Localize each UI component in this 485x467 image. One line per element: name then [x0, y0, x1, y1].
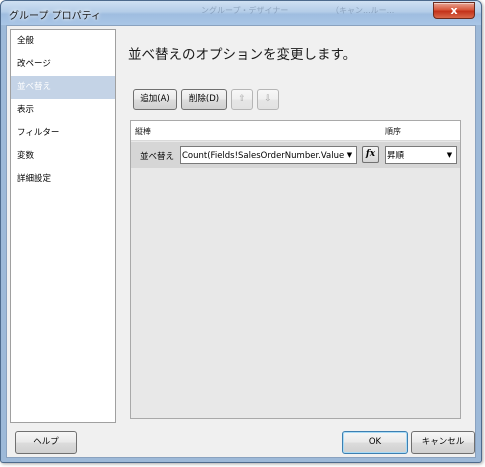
column-header-order: 順序: [385, 127, 401, 136]
sort-grid: 縦棒 順序 並べ替え Count(Fields!SalesOrderNumber…: [130, 120, 461, 419]
chevron-down-icon[interactable]: ▼: [345, 147, 354, 163]
sidebar-item-visibility[interactable]: 表示: [11, 99, 115, 122]
row-label: 並べ替え: [140, 152, 175, 162]
sidebar-item-general[interactable]: 全般: [11, 30, 115, 53]
sort-order-select[interactable]: 昇順 ▼: [385, 146, 457, 164]
sort-order-value: 昇順: [387, 151, 405, 161]
chevron-down-icon[interactable]: ▼: [445, 147, 454, 163]
help-button[interactable]: ヘルプ: [15, 431, 77, 454]
function-icon: fx: [365, 149, 376, 159]
add-button[interactable]: 追加(A): [133, 89, 177, 110]
sidebar-item-variables[interactable]: 変数: [11, 145, 115, 168]
sidebar-item-page-breaks[interactable]: 改ページ: [11, 53, 115, 76]
page-title: 並べ替えのオプションを変更します。: [128, 47, 357, 63]
background-window-text: ングループ・デザイナー: [201, 6, 289, 15]
grid-header: 縦棒 順序: [131, 121, 460, 141]
table-row[interactable]: 並べ替え Count(Fields!SalesOrderNumber.Value…: [131, 142, 460, 168]
background-window-text: （キャン...ルー...: [331, 6, 395, 15]
column-header-sort-by: 縦棒: [135, 127, 151, 136]
cancel-button[interactable]: キャンセル: [411, 431, 475, 454]
move-up-button[interactable]: ⇧: [231, 89, 253, 110]
sidebar-item-advanced[interactable]: 詳細設定: [11, 168, 115, 191]
delete-button[interactable]: 削除(D): [181, 89, 227, 110]
sort-expression-value: Count(Fields!SalesOrderNumber.Value): [182, 151, 344, 161]
sidebar: 全般 改ページ 並べ替え 表示 フィルター 変数 詳細設定: [10, 29, 116, 423]
move-down-button[interactable]: ⇩: [257, 89, 279, 110]
sidebar-item-sorting[interactable]: 並べ替え: [11, 76, 115, 99]
sort-expression-combobox[interactable]: Count(Fields!SalesOrderNumber.Value) ▼: [180, 146, 357, 164]
sidebar-item-filters[interactable]: フィルター: [11, 122, 115, 145]
dialog-content: 全般 改ページ 並べ替え 表示 フィルター 変数 詳細設定 並べ替えのオプション…: [6, 25, 476, 458]
group-properties-dialog: ングループ・デザイナー （キャン...ルー... グループ プロパティ x 全般…: [0, 0, 482, 463]
title-bar[interactable]: ングループ・デザイナー （キャン...ルー... グループ プロパティ x: [1, 1, 481, 25]
window-title: グループ プロパティ: [9, 11, 101, 22]
close-icon: x: [450, 4, 458, 17]
close-button[interactable]: x: [433, 2, 475, 19]
ok-button[interactable]: OK: [342, 431, 408, 454]
up-arrow-icon: ⇧: [238, 94, 246, 104]
down-arrow-icon: ⇩: [264, 94, 272, 104]
expression-button[interactable]: fx: [362, 146, 379, 163]
